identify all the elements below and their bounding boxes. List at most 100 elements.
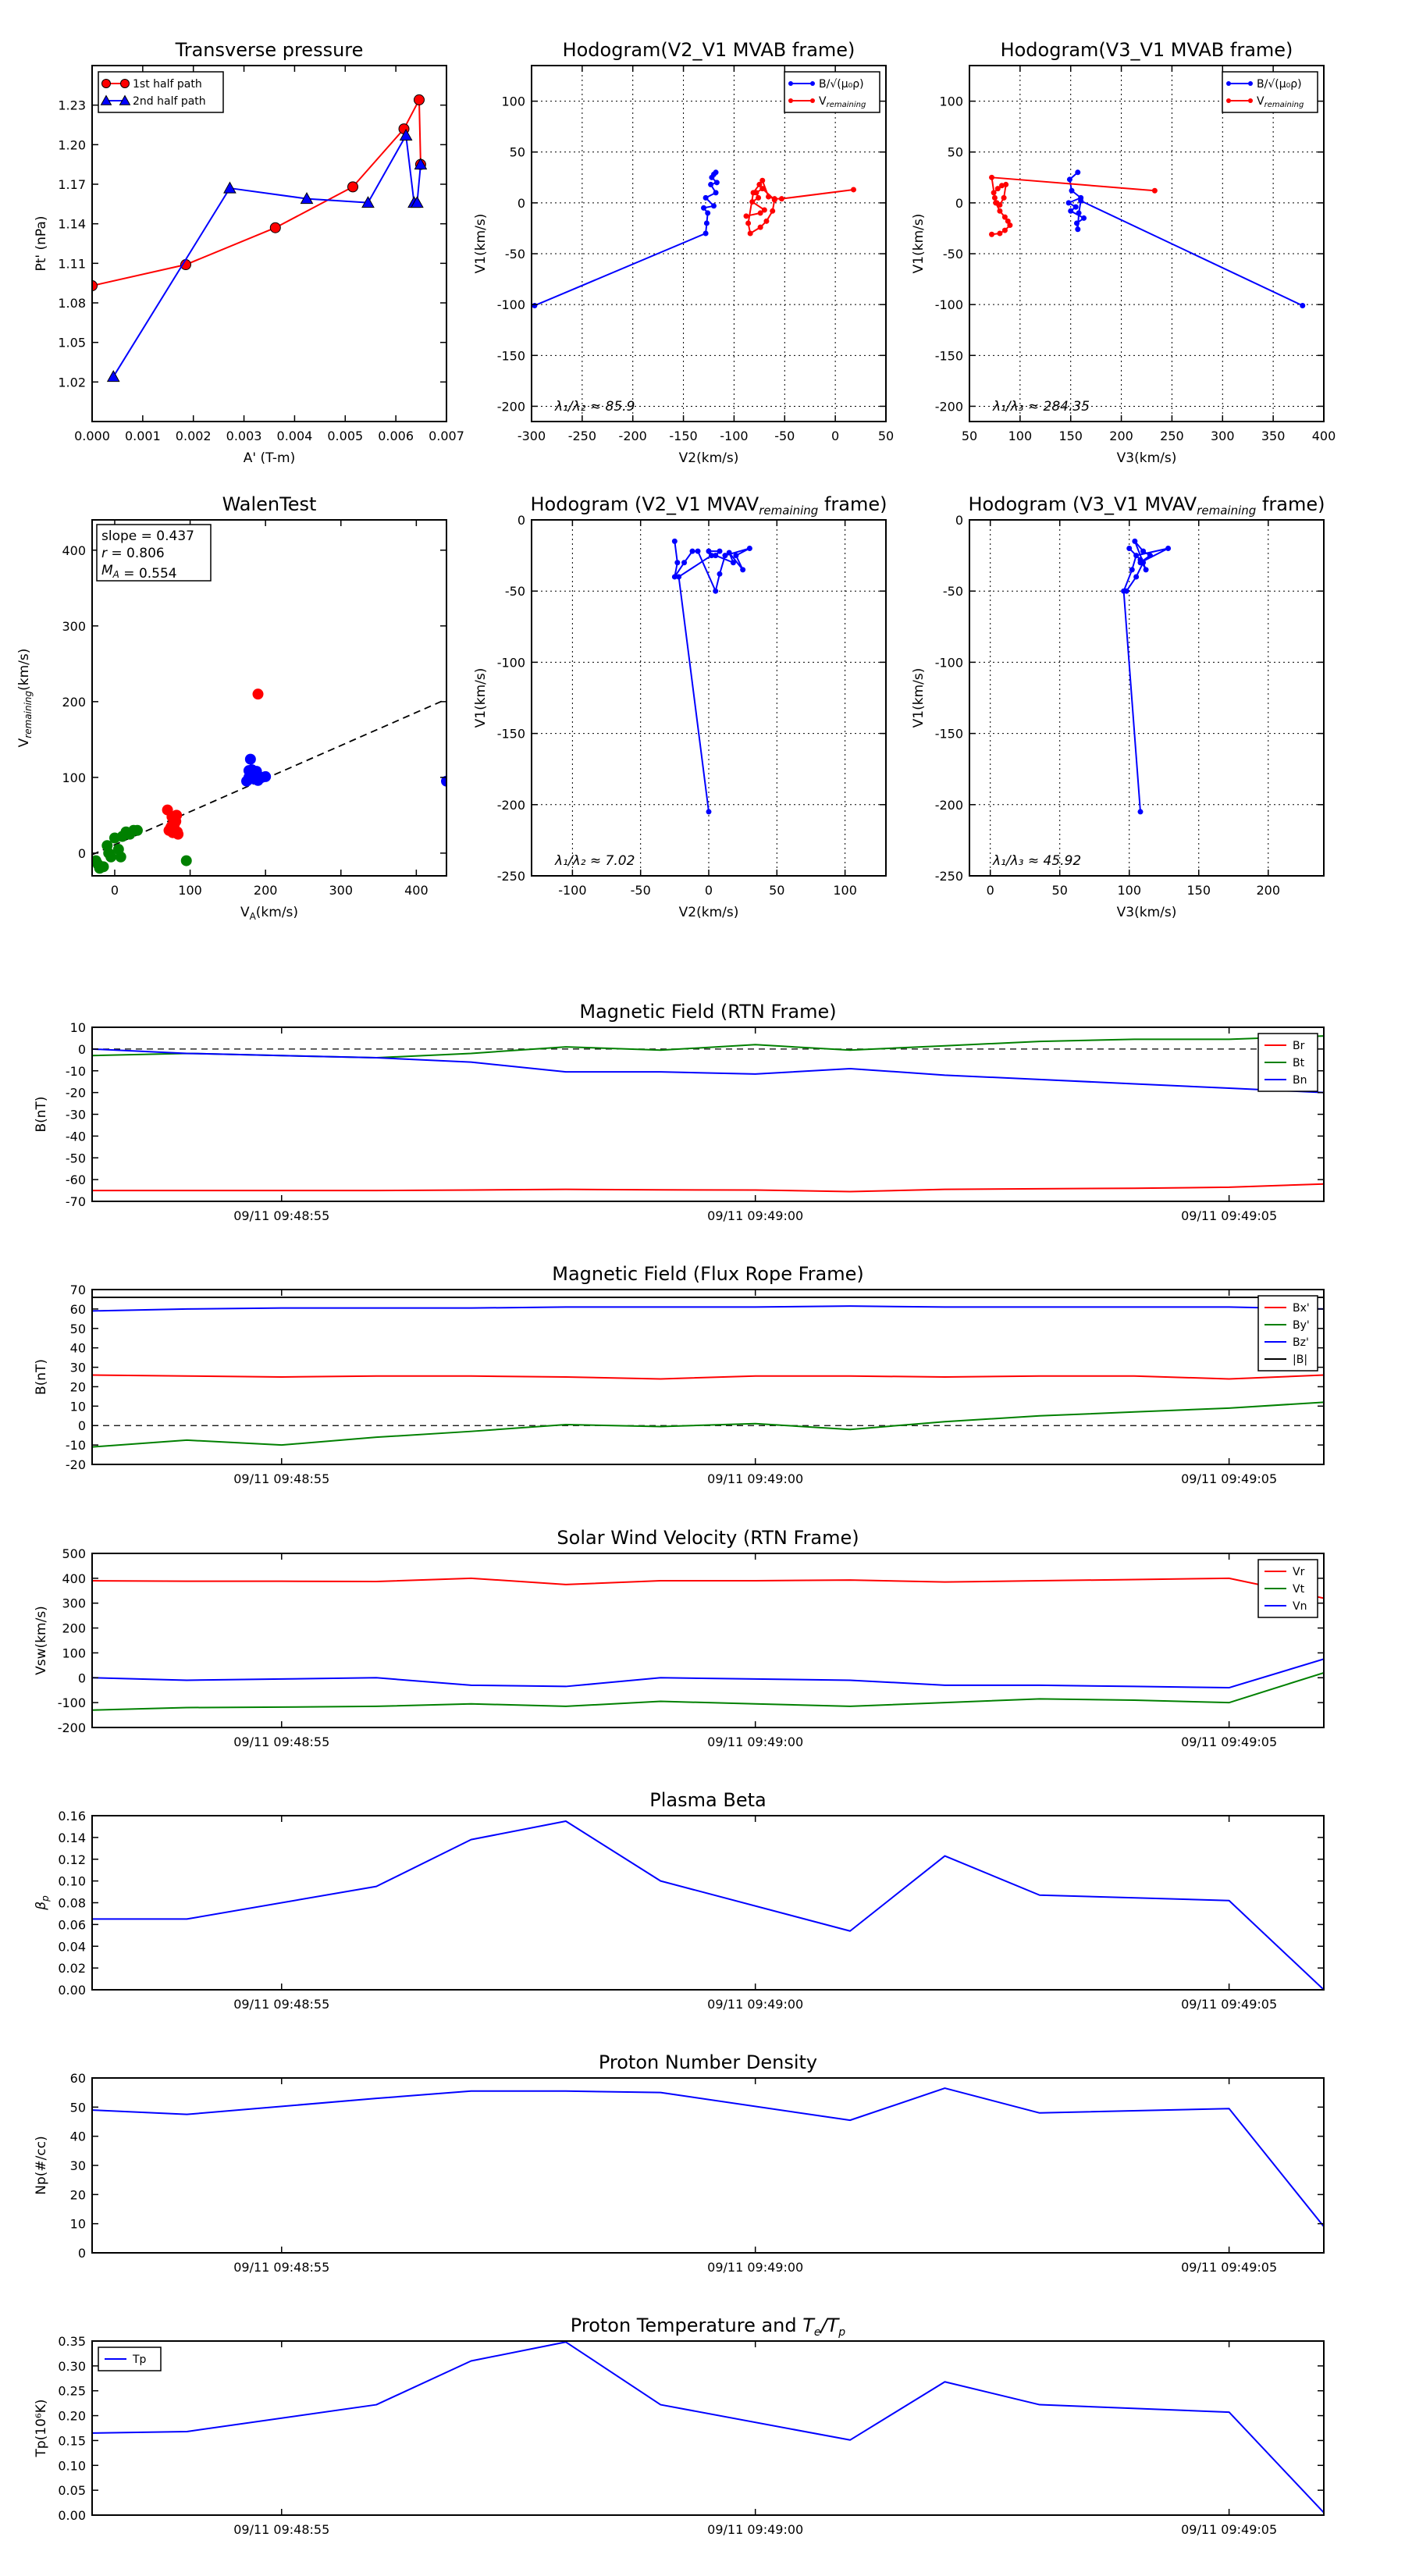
x-tick-label: 09/11 09:49:00	[707, 1208, 803, 1223]
x-tick-label: 09/11 09:49:05	[1181, 2522, 1277, 2537]
y-tick-label: 0.20	[58, 2409, 86, 2424]
y-tick-label: 0.05	[58, 2483, 86, 2498]
y-tick-label: -70	[66, 1194, 86, 1209]
data-point	[713, 190, 719, 196]
y-tick-label: 10	[70, 2217, 86, 2232]
data-point	[708, 553, 714, 559]
x-tick-label: 200	[1109, 429, 1133, 443]
y-tick-label: 0.12	[58, 1852, 86, 1867]
y-axis-label: Np(#/cc)	[34, 2136, 49, 2194]
data-point	[1137, 809, 1144, 815]
data-point	[252, 688, 264, 700]
data-point	[766, 194, 772, 200]
data-point	[681, 560, 688, 566]
chart-title: Magnetic Field (RTN Frame)	[579, 1001, 836, 1023]
data-point	[761, 207, 767, 213]
y-tick-label: -30	[66, 1108, 86, 1123]
data-point	[717, 571, 723, 577]
y-tick-label: 1.02	[58, 375, 86, 390]
data-point	[1151, 187, 1158, 194]
y-tick-label: -200	[935, 399, 963, 414]
y-tick-label: -100	[497, 655, 525, 670]
y-axis-label: Vremaining(km/s)	[16, 649, 34, 748]
x-tick-label: 100	[1117, 883, 1141, 898]
x-axis-label: V2(km/s)	[679, 905, 739, 920]
y-tick-label: 0.10	[58, 2458, 86, 2473]
chart-title: Magnetic Field (Flux Rope Frame)	[552, 1263, 863, 1285]
chart-title: Hodogram (V2_V1 MVAVremaining frame)	[531, 493, 887, 518]
data-point	[810, 81, 815, 86]
y-axis-label: B(nT)	[34, 1096, 49, 1132]
data-point	[1147, 553, 1153, 559]
x-tick-label: 400	[404, 883, 429, 898]
data-point	[743, 213, 749, 219]
y-tick-label: -10	[66, 1438, 86, 1453]
data-point	[991, 190, 997, 196]
data-point	[788, 81, 793, 86]
data-point	[713, 588, 719, 594]
data-point	[269, 222, 281, 233]
data-point	[759, 177, 766, 183]
y-tick-label: 50	[948, 145, 963, 160]
y-tick-label: 1.14	[58, 217, 86, 232]
data-point	[1133, 553, 1140, 559]
x-tick-label: 200	[254, 883, 278, 898]
x-tick-label: -100	[558, 883, 586, 898]
y-tick-label: 10	[70, 1399, 86, 1414]
data-point	[1137, 560, 1144, 566]
data-point	[243, 765, 254, 777]
data-point	[705, 210, 711, 216]
data-point	[756, 194, 762, 201]
y-axis-label: βp	[34, 1895, 51, 1911]
x-tick-label: 150	[1186, 883, 1211, 898]
x-tick-label: 250	[1160, 429, 1184, 443]
data-point	[702, 230, 709, 237]
plot-area	[92, 2341, 1324, 2515]
y-tick-label: 100	[939, 94, 963, 109]
y-tick-label: 60	[70, 2071, 86, 2086]
data-point	[740, 567, 746, 573]
y-tick-label: 300	[62, 1596, 86, 1611]
legend-label: 1st half path	[133, 78, 202, 91]
data-point	[1132, 538, 1138, 544]
x-tick-label: 50	[1052, 883, 1068, 898]
stats-line: MA = 0.554	[101, 563, 177, 582]
x-tick-label: -50	[631, 883, 651, 898]
data-point	[1081, 215, 1087, 221]
y-tick-label: 10	[70, 1020, 86, 1035]
legend-label: 2nd half path	[133, 95, 206, 108]
data-point	[1001, 227, 1008, 233]
data-point	[1126, 545, 1133, 551]
stats-line: slope = 0.437	[101, 528, 194, 544]
y-tick-label: 50	[70, 1322, 86, 1336]
y-tick-label: 0.14	[58, 1831, 86, 1845]
y-tick-label: -50	[943, 584, 963, 599]
y-tick-label: 500	[62, 1546, 86, 1561]
y-tick-label: -200	[497, 399, 525, 414]
y-tick-label: 0.02	[58, 1961, 86, 1976]
chart-tp: 09/11 09:48:55 09/11 09:49:00 09/11 09:49:…	[34, 2314, 1325, 2537]
data-point	[713, 169, 719, 176]
data-point	[260, 770, 272, 782]
x-tick-label: 0.007	[429, 429, 464, 443]
data-point	[1140, 548, 1147, 554]
y-tick-label: -200	[58, 1720, 86, 1735]
y-tick-label: -10	[66, 1064, 86, 1079]
data-point	[989, 231, 995, 237]
x-tick-label: 50	[769, 883, 784, 898]
x-tick-label: 09/11 09:49:05	[1181, 1735, 1277, 1749]
y-tick-label: 0	[78, 1670, 86, 1685]
data-point	[746, 545, 752, 551]
y-tick-label: 1.08	[58, 296, 86, 311]
x-tick-label: 100	[1008, 429, 1033, 443]
y-tick-label: 0.35	[58, 2334, 86, 2349]
x-tick-label: 0.003	[226, 429, 262, 443]
y-tick-label: 0.10	[58, 1874, 86, 1889]
y-tick-label: 400	[62, 543, 86, 558]
y-tick-label: 100	[62, 770, 86, 785]
y-tick-label: 100	[501, 94, 525, 109]
y-tick-label: 0	[78, 2246, 86, 2261]
data-point	[167, 827, 179, 838]
y-tick-label: 0	[518, 513, 525, 528]
x-tick-label: 09/11 09:48:55	[233, 2260, 329, 2275]
